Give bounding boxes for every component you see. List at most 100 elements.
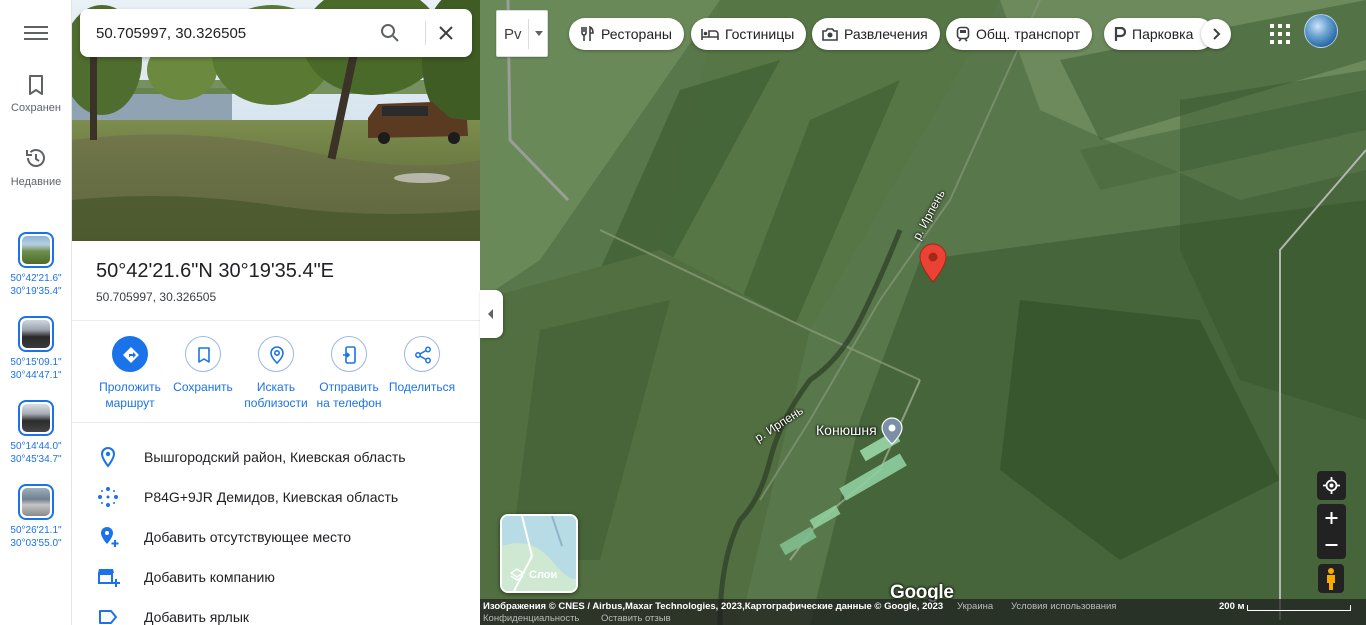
chip-label: Парковка [1132, 26, 1194, 42]
input-tools-label: Рv [504, 26, 522, 43]
restaurant-icon [581, 26, 594, 41]
imagery-attribution: Изображения © CNES / Airbus,Maxar Techno… [483, 601, 944, 612]
action-label: Сохранить [173, 380, 233, 394]
bookmark-icon [198, 347, 210, 363]
location-pin-icon [100, 446, 116, 468]
rail-recent-label: Недавние [10, 176, 62, 188]
action-buttons: Проложить маршрут Сохранить Искать поблизо… [72, 336, 480, 416]
recent-place-3[interactable]: 50°14'44.0" 30°45'34.7" [0, 400, 72, 466]
add-business-row[interactable]: Добавить компанию [72, 557, 480, 597]
hotel-icon [701, 29, 719, 40]
page-title: 50°42'21.6"N 30°19'35.4"E [96, 260, 335, 282]
zoom-in-icon[interactable] [1317, 504, 1346, 531]
close-icon[interactable] [434, 21, 458, 45]
divider [72, 320, 480, 321]
apps-grid-icon[interactable] [1266, 20, 1294, 48]
recent-thumbnail [18, 400, 54, 436]
action-label-2: поблизости [244, 396, 308, 410]
chip-label: Рестораны [601, 26, 672, 42]
chip-transit[interactable]: Общ. транспорт [946, 18, 1093, 50]
feedback-link[interactable]: Оставить отзыв [601, 613, 671, 624]
chevron-right-icon [1213, 28, 1221, 40]
add-place-row[interactable]: Добавить отсутствующее место [72, 517, 480, 557]
recent-lon: 30°44'47.1" [10, 370, 62, 381]
parking-icon [1114, 27, 1126, 41]
chip-label: Развлечения [844, 26, 928, 42]
collapse-panel-button[interactable] [480, 290, 503, 338]
send-to-phone-button[interactable]: Отправить на телефон [311, 336, 387, 411]
recent-thumbnail [18, 232, 54, 268]
plus-code-icon [98, 487, 118, 507]
action-label-2: маршрут [105, 396, 155, 410]
add-label-text: Добавить ярлык [144, 609, 250, 625]
recent-lon: 30°19'35.4" [10, 286, 62, 297]
action-label: Отправить [319, 380, 379, 394]
zoom-out-icon[interactable] [1317, 531, 1346, 558]
address-text: Вышгородский район, Киевская область [144, 449, 406, 465]
poi-label: Конюшня [816, 422, 877, 438]
menu-icon[interactable] [22, 22, 50, 44]
satellite-imagery [480, 0, 1366, 625]
save-button[interactable]: Сохранить [165, 336, 241, 395]
recent-place-4[interactable]: 50°26'21.1" 30°03'55.0" [0, 484, 72, 550]
directions-button[interactable]: Проложить маршрут [92, 336, 168, 411]
layers-button[interactable]: Слои [500, 514, 578, 593]
search-icon[interactable] [378, 21, 402, 45]
action-label: Поделиться [388, 380, 456, 394]
search-input[interactable] [96, 21, 366, 45]
recent-lat: 50°15'09.1" [10, 357, 62, 368]
privacy-link[interactable]: Конфиденциальность [483, 613, 579, 624]
add-business-text: Добавить компанию [144, 569, 275, 585]
share-button[interactable]: Поделиться [384, 336, 460, 395]
add-business-icon [98, 569, 120, 587]
action-label: Проложить [99, 380, 161, 394]
add-place-text: Добавить отсутствующее место [144, 529, 352, 545]
history-icon [26, 149, 45, 167]
nearby-button[interactable]: Искать поблизости [238, 336, 314, 411]
chip-hotels[interactable]: Гостиницы [691, 18, 807, 50]
recent-place-1[interactable]: 50°42'21.6" 30°19'35.4" [0, 232, 72, 298]
terms-link[interactable]: Условия использования [1011, 601, 1116, 612]
my-location-button[interactable] [1317, 471, 1346, 500]
country-link[interactable]: Украина [957, 601, 993, 612]
chip-label: Общ. транспорт [976, 26, 1081, 42]
recent-thumbnail [18, 484, 54, 520]
divider [72, 422, 480, 423]
action-label-2: на телефон [316, 396, 382, 410]
place-panel: 50°42'21.6"N 30°19'35.4"E 50.705997, 30.… [72, 0, 480, 625]
chip-parking[interactable]: Парковка [1104, 18, 1214, 50]
recent-place-2[interactable]: 50°15'09.1" 30°44'47.1" [0, 316, 72, 382]
poi-pin-icon [881, 417, 903, 445]
place-subtitle: 50.705997, 30.326505 [96, 290, 217, 304]
add-label-row[interactable]: Добавить ярлык [72, 597, 480, 625]
rail-saved-label: Сохранен [11, 102, 61, 114]
address-row[interactable]: Вышгородский район, Киевская область [72, 437, 480, 477]
avatar[interactable] [1304, 14, 1338, 48]
map-canvas[interactable]: Рv Рестораны Гостиницы Развлечения Общ. … [480, 0, 1366, 625]
rail-saved[interactable]: Сохранен [0, 74, 72, 114]
directions-icon [123, 347, 139, 363]
share-icon [415, 346, 431, 364]
plus-code-row[interactable]: P84G+9JR Демидов, Киевская область [72, 477, 480, 517]
layers-icon [510, 568, 524, 581]
plus-code-text: P84G+9JR Демидов, Киевская область [144, 489, 399, 505]
chips-next-button[interactable] [1201, 19, 1231, 49]
street-view-pegman-icon[interactable] [1318, 564, 1344, 593]
recent-lat: 50°26'21.1" [10, 525, 62, 536]
search-box [80, 9, 472, 57]
chip-label: Гостиницы [725, 26, 795, 42]
my-location-icon [1323, 477, 1340, 494]
chip-restaurants[interactable]: Рестораны [569, 18, 684, 50]
recent-lon: 30°45'34.7" [10, 454, 62, 465]
chevron-down-icon[interactable] [535, 31, 543, 36]
transit-icon [956, 26, 970, 42]
label-icon [99, 610, 117, 624]
chip-entertainment[interactable]: Развлечения [812, 18, 940, 50]
rail-recent[interactable]: Недавние [0, 146, 72, 188]
action-label: Искать [256, 380, 296, 394]
location-marker-icon[interactable] [919, 243, 947, 283]
input-tools-button[interactable]: Рv [496, 10, 548, 57]
recent-thumbnail [18, 316, 54, 352]
scale-label[interactable]: 200 м [1219, 601, 1245, 612]
chevron-left-icon [488, 309, 493, 319]
